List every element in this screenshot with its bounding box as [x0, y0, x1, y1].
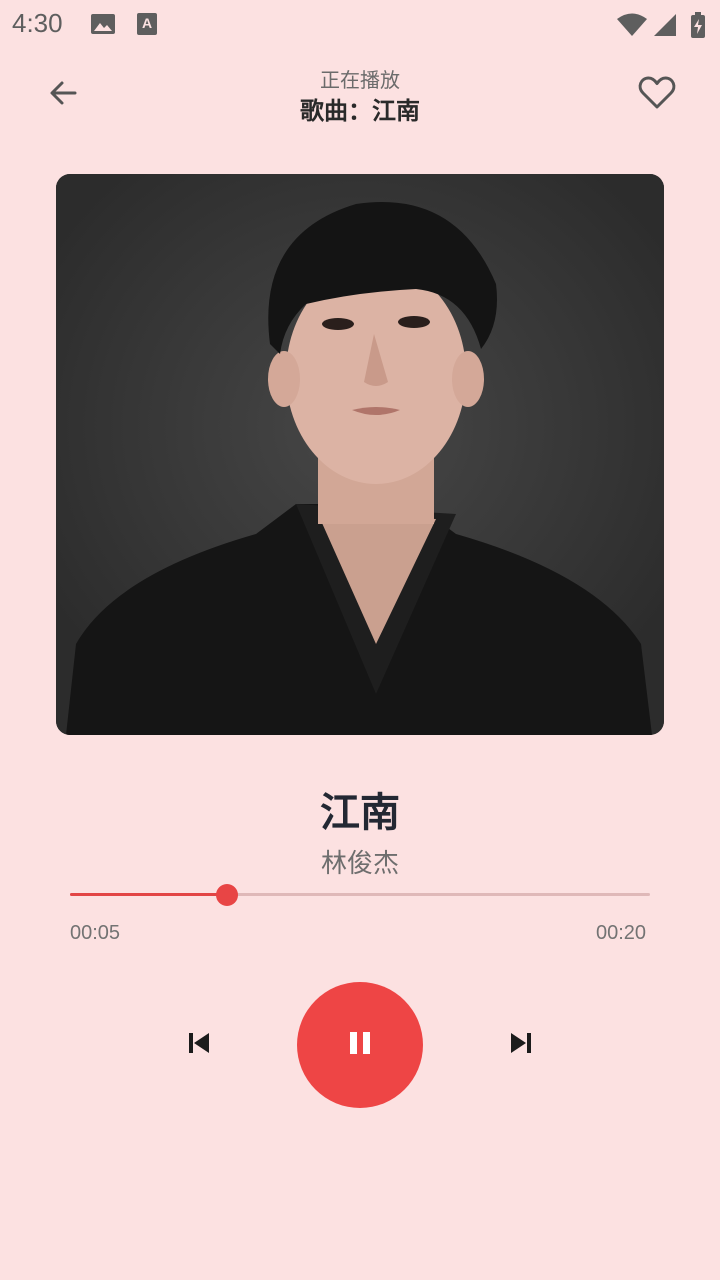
pause-icon [347, 1030, 373, 1060]
arrow-left-icon [47, 77, 79, 113]
heart-outline-icon [638, 76, 676, 114]
app-bar: 正在播放 歌曲：江南 [0, 50, 720, 160]
status-time: 4:30 [12, 8, 63, 38]
next-button[interactable] [498, 1022, 544, 1068]
seek-thumb[interactable] [216, 884, 238, 906]
total-time: 00:20 [596, 922, 647, 944]
track-title: 江南 [320, 790, 400, 836]
page-title: 歌曲：江南 [300, 97, 420, 125]
now-playing-label: 正在播放 [320, 68, 400, 92]
status-bar: 4:30 A [0, 0, 720, 50]
skip-next-icon [508, 1030, 534, 1060]
skip-previous-icon [186, 1030, 212, 1060]
keyboard-a-icon: A [136, 12, 158, 40]
play-pause-button[interactable] [297, 982, 423, 1108]
previous-button[interactable] [176, 1022, 222, 1068]
title-block: 正在播放 歌曲：江南 [160, 66, 560, 128]
artist-photo [56, 174, 664, 735]
album-cover [56, 174, 664, 735]
svg-text:A: A [142, 15, 152, 31]
seek-bar[interactable] [70, 880, 650, 910]
signal-icon [652, 12, 678, 42]
image-icon [90, 12, 116, 40]
seek-fill [70, 893, 227, 896]
favorite-button[interactable] [632, 70, 682, 120]
track-artist: 林俊杰 [320, 849, 399, 879]
back-button[interactable] [38, 70, 88, 120]
battery-charging-icon [690, 12, 706, 42]
wifi-icon [616, 12, 648, 42]
current-time: 00:05 [70, 922, 121, 944]
